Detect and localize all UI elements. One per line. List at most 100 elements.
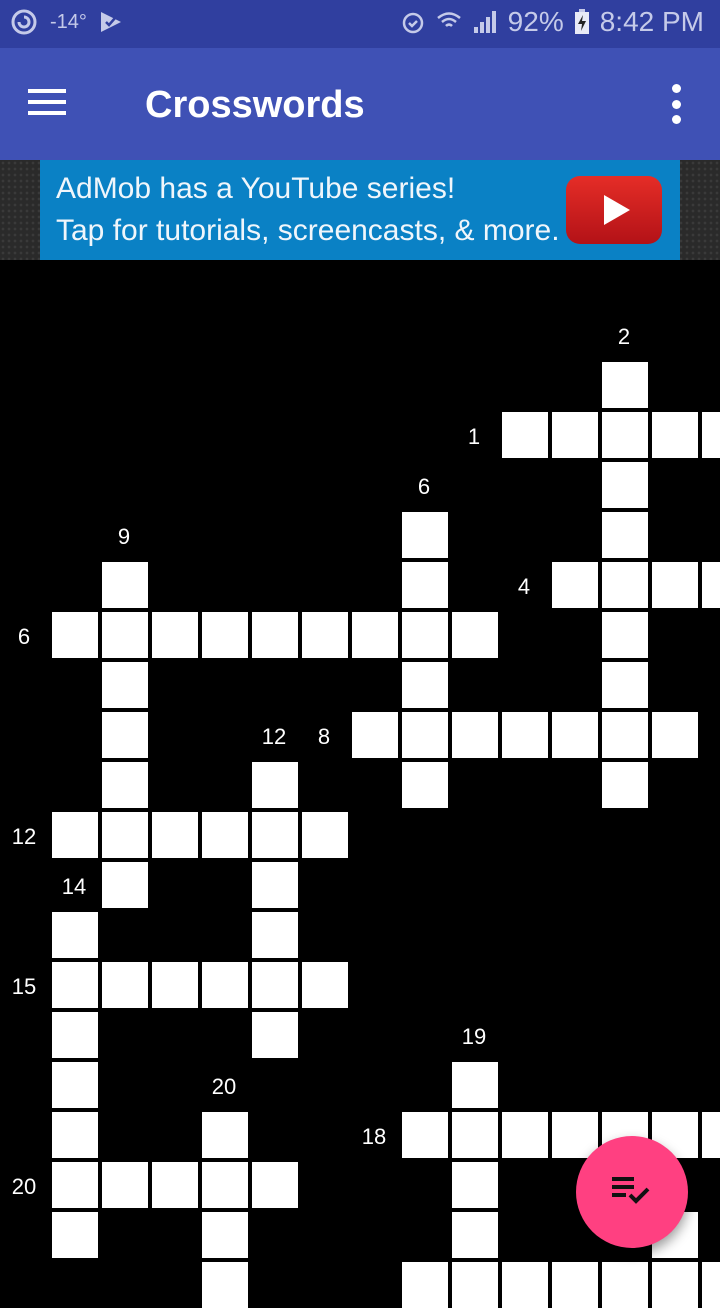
crossword-cell[interactable] [602,662,648,708]
clue-number: 19 [461,1024,487,1049]
clue-number: 20 [211,1074,237,1099]
crossword-cell[interactable] [652,1262,698,1308]
crossword-cell[interactable] [252,1012,298,1058]
crossword-cell[interactable] [52,1012,98,1058]
crossword-cell[interactable] [52,1062,98,1108]
crossword-cell[interactable] [552,1262,598,1308]
crossword-cell[interactable] [452,1212,498,1258]
clue-number: 18 [361,1124,387,1149]
wifi-icon [436,9,462,35]
crossword-cell[interactable] [202,1162,248,1208]
crossword-cell[interactable] [52,1162,98,1208]
crossword-cell[interactable] [552,712,598,758]
crossword-cell[interactable] [152,962,198,1008]
crossword-cell[interactable] [252,862,298,908]
crossword-cell[interactable] [252,612,298,658]
crossword-cell[interactable] [302,812,348,858]
crossword-cell[interactable] [402,1112,448,1158]
crossword-cell[interactable] [102,812,148,858]
crossword-cell[interactable] [202,812,248,858]
crossword-cell[interactable] [602,412,648,458]
crossword-cell[interactable] [152,1162,198,1208]
check-answers-button[interactable] [576,1136,688,1248]
crossword-cell[interactable] [152,812,198,858]
hamburger-menu-icon[interactable] [22,84,74,124]
crossword-cell[interactable] [452,1162,498,1208]
crossword-cell[interactable] [302,962,348,1008]
youtube-play-icon[interactable] [566,176,662,244]
crossword-cell[interactable] [702,1112,720,1158]
clue-number: 6 [417,474,431,499]
crossword-cell[interactable] [602,612,648,658]
crossword-cell[interactable] [552,562,598,608]
crossword-cell[interactable] [702,562,720,608]
crossword-cell[interactable] [252,812,298,858]
crossword-cell[interactable] [52,1112,98,1158]
crossword-cell[interactable] [652,562,698,608]
crossword-cell[interactable] [652,412,698,458]
crossword-cell[interactable] [252,762,298,808]
crossword-cell[interactable] [502,1112,548,1158]
crossword-cell[interactable] [402,612,448,658]
crossword-cell[interactable] [302,612,348,658]
crossword-cell[interactable] [252,1162,298,1208]
crossword-cell[interactable] [352,612,398,658]
crossword-cell[interactable] [402,662,448,708]
crossword-cell[interactable] [402,512,448,558]
clue-number: 2 [617,324,631,349]
crossword-cell[interactable] [102,662,148,708]
crossword-cell[interactable] [102,762,148,808]
crossword-cell[interactable] [402,762,448,808]
crossword-cell[interactable] [452,612,498,658]
crossword-cell[interactable] [402,712,448,758]
crossword-cell[interactable] [452,1062,498,1108]
crossword-cell[interactable] [202,612,248,658]
ad-banner[interactable]: AdMob has a YouTube series! Tap for tuto… [40,160,680,260]
battery-percent: 92% [507,6,564,37]
crossword-cell[interactable] [202,1212,248,1258]
crossword-cell[interactable] [452,1112,498,1158]
crossword-cell[interactable] [452,712,498,758]
crossword-cell[interactable] [102,612,148,658]
crossword-cell[interactable] [602,512,648,558]
more-vert-icon[interactable] [660,84,692,124]
crossword-cell[interactable] [602,362,648,408]
crossword-cell[interactable] [252,962,298,1008]
sync-icon [10,8,38,36]
crossword-cell[interactable] [702,1262,720,1308]
crossword-cell[interactable] [102,1162,148,1208]
crossword-cell[interactable] [502,1262,548,1308]
crossword-cell[interactable] [502,412,548,458]
crossword-cell[interactable] [252,912,298,958]
crossword-cell[interactable] [702,412,720,458]
crossword-cell[interactable] [102,862,148,908]
ad-line-1: AdMob has a YouTube series! [56,172,456,205]
crossword-cell[interactable] [402,1262,448,1308]
crossword-cell[interactable] [202,962,248,1008]
crossword-cell[interactable] [352,712,398,758]
crossword-cell[interactable] [552,412,598,458]
crossword-cell[interactable] [602,762,648,808]
crossword-cell[interactable] [52,912,98,958]
crossword-cell[interactable] [52,962,98,1008]
crossword-cell[interactable] [102,712,148,758]
crossword-cell[interactable] [602,462,648,508]
crossword-cell[interactable] [202,1112,248,1158]
crossword-cell[interactable] [52,812,98,858]
crossword-cell[interactable] [402,562,448,608]
crossword-cell[interactable] [52,1212,98,1258]
crossword-cell[interactable] [652,712,698,758]
crossword-cell[interactable] [202,1262,248,1308]
clue-number: 8 [317,724,331,749]
crossword-cell[interactable] [102,962,148,1008]
crossword-cell[interactable] [602,1262,648,1308]
crossword-cell[interactable] [502,712,548,758]
crossword-cell[interactable] [452,1262,498,1308]
crossword-cell[interactable] [52,612,98,658]
crossword-cell[interactable] [602,562,648,608]
clue-number: 12 [261,724,287,749]
crossword-cell[interactable] [102,562,148,608]
crossword-cell[interactable] [552,1112,598,1158]
crossword-cell[interactable] [602,712,648,758]
crossword-cell[interactable] [152,612,198,658]
